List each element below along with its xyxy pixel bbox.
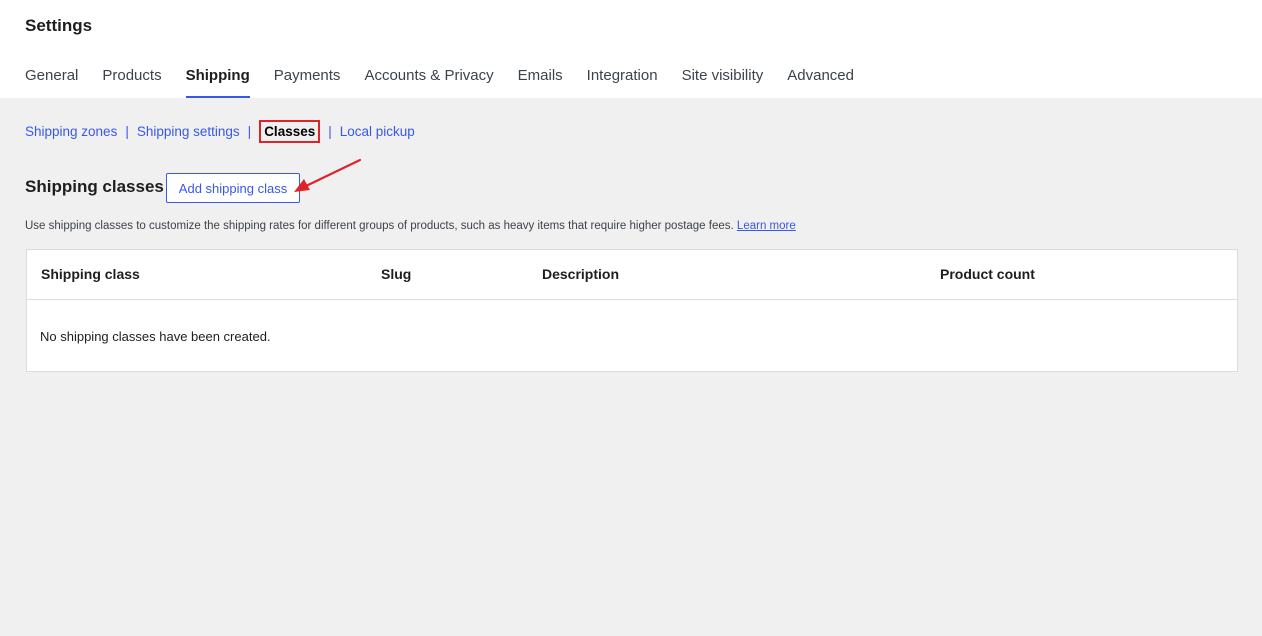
- description-text: Use shipping classes to customize the sh…: [25, 220, 734, 232]
- tab-payments[interactable]: Payments: [274, 64, 341, 98]
- section-title: Shipping classes: [25, 177, 164, 196]
- subnav-separator: |: [247, 123, 252, 139]
- tab-accounts-privacy[interactable]: Accounts & Privacy: [364, 64, 493, 98]
- subnav-local-pickup[interactable]: Local pickup: [340, 124, 415, 139]
- add-shipping-class-button[interactable]: Add shipping class: [166, 173, 300, 203]
- subnav-separator: |: [125, 123, 129, 139]
- page-title: Settings: [25, 16, 93, 35]
- column-description: Description: [542, 266, 620, 282]
- tab-integration[interactable]: Integration: [587, 64, 658, 98]
- subnav-shipping-settings[interactable]: Shipping settings: [137, 124, 240, 139]
- empty-state-message: No shipping classes have been created.: [40, 329, 271, 344]
- tab-advanced[interactable]: Advanced: [787, 64, 854, 98]
- shipping-subnav: Shipping zones | Shipping settings | Cla…: [25, 119, 415, 143]
- column-product-count: Product count: [940, 266, 1035, 282]
- tab-general[interactable]: General: [25, 64, 78, 98]
- tab-products[interactable]: Products: [102, 64, 161, 98]
- subnav-separator: |: [328, 123, 332, 139]
- shipping-classes-table: Shipping class Slug Description Product …: [26, 249, 1238, 372]
- subnav-classes-current[interactable]: Classes: [259, 119, 321, 143]
- column-slug: Slug: [381, 266, 412, 282]
- annotation-arrow-icon: [294, 158, 362, 192]
- section-description: Use shipping classes to customize the sh…: [25, 220, 796, 232]
- learn-more-link[interactable]: Learn more: [737, 220, 796, 232]
- tab-emails[interactable]: Emails: [518, 64, 563, 98]
- table-header: Shipping class Slug Description Product …: [27, 250, 1237, 300]
- column-shipping-class: Shipping class: [41, 266, 140, 282]
- subnav-shipping-zones[interactable]: Shipping zones: [25, 124, 117, 139]
- settings-tabs: General Products Shipping Payments Accou…: [25, 64, 878, 98]
- tab-site-visibility[interactable]: Site visibility: [682, 64, 764, 98]
- settings-header: Settings General Products Shipping Payme…: [0, 0, 1262, 98]
- tab-shipping[interactable]: Shipping: [185, 64, 250, 98]
